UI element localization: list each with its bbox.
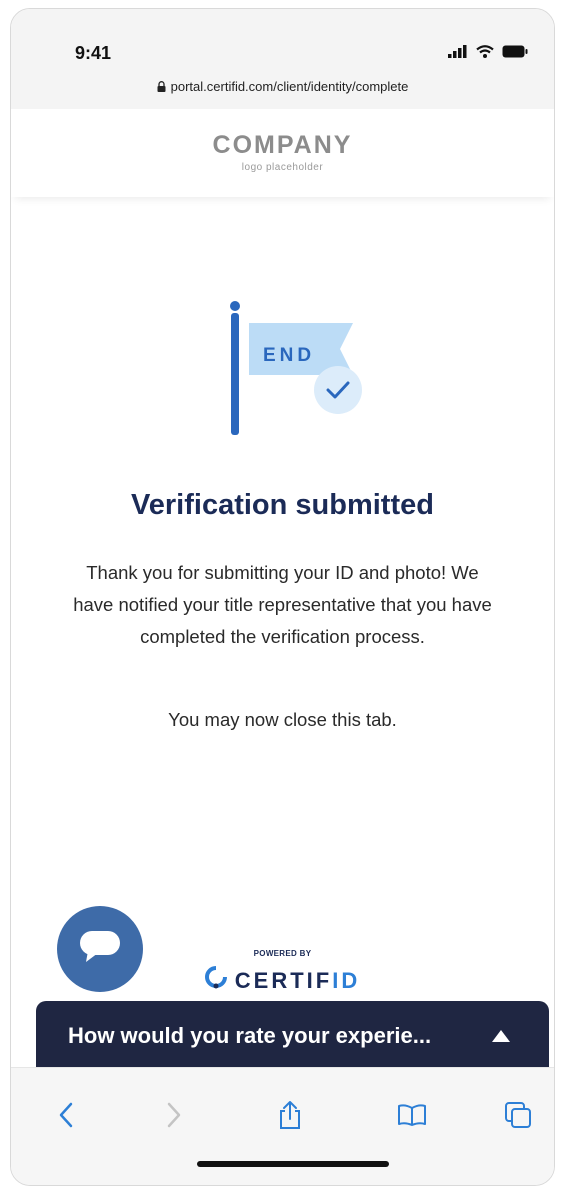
brand-name-accent: ID: [332, 967, 361, 993]
expand-up-icon[interactable]: [491, 1029, 511, 1048]
forward-icon[interactable]: [157, 1098, 191, 1132]
phone-frame: 9:41 portal.certifid.com/client/identity…: [10, 8, 555, 1186]
certifid-mark-icon: [204, 966, 227, 995]
lock-icon: [157, 80, 166, 95]
powered-by-label: POWERED BY: [253, 949, 312, 958]
browser-toolbar: [11, 1067, 554, 1185]
flag-label: END: [263, 345, 315, 366]
company-header: COMPANY logo placeholder: [11, 109, 554, 197]
rating-banner[interactable]: How would you rate your experie...: [36, 1001, 549, 1071]
address-bar[interactable]: portal.certifid.com/client/identity/comp…: [11, 79, 554, 95]
signal-icon: [448, 45, 468, 63]
certifid-logo: CERTIFID: [11, 966, 554, 995]
bookmarks-icon[interactable]: [395, 1098, 429, 1132]
rating-prompt: How would you rate your experie...: [68, 1023, 432, 1048]
url-text: portal.certifid.com/client/identity/comp…: [170, 79, 409, 94]
browser-top-bar: 9:41 portal.certifid.com/client/identity…: [11, 9, 554, 109]
share-icon[interactable]: [273, 1098, 307, 1132]
company-logo: COMPANY: [212, 131, 353, 159]
close-tab-message: You may now close this tab.: [168, 709, 397, 730]
powered-by-footer: POWERED BY CERTIFID: [11, 949, 554, 995]
confirmation-message: Thank you for submitting your ID and pho…: [73, 562, 492, 647]
battery-icon: [502, 45, 528, 63]
back-icon[interactable]: [49, 1098, 83, 1132]
company-logo-subtitle: logo placeholder: [241, 162, 324, 173]
tabs-icon[interactable]: [501, 1098, 535, 1132]
status-icons: [448, 45, 528, 63]
brand-name: CERTIF: [234, 967, 333, 993]
end-flag-illustration: END: [223, 299, 383, 454]
wifi-icon: [476, 45, 494, 63]
status-time: 9:41: [75, 43, 112, 63]
home-indicator: [197, 1161, 389, 1167]
page-title: Verification submitted: [131, 489, 434, 521]
